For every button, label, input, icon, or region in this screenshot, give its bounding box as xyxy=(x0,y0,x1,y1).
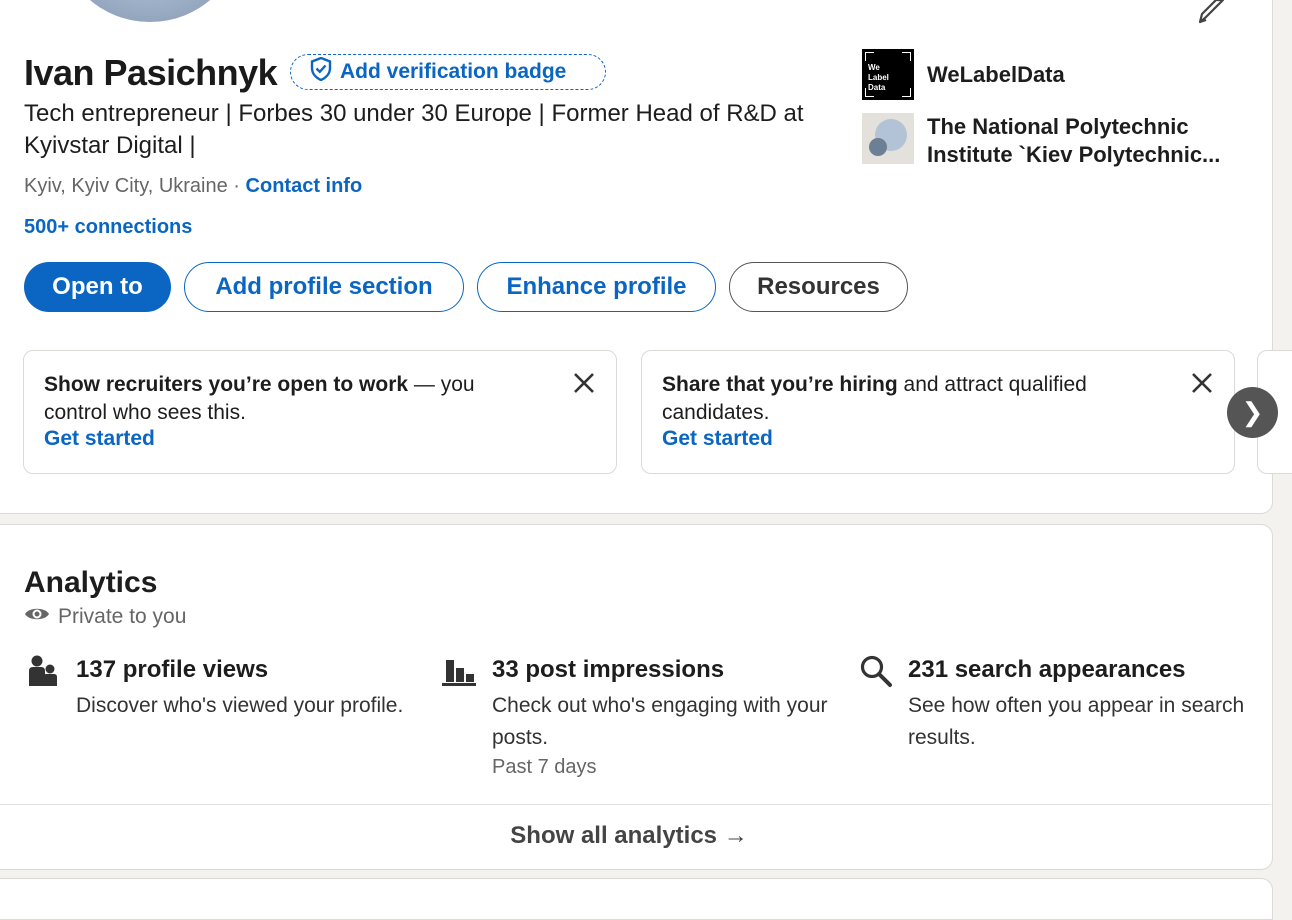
divider xyxy=(0,804,1271,805)
resources-button[interactable]: Resources xyxy=(729,262,908,312)
get-started-link[interactable]: Get started xyxy=(44,427,155,451)
polytechnic-institute-logo[interactable] xyxy=(862,113,914,164)
verification-badge-label: Add verification badge xyxy=(340,60,567,83)
close-icon[interactable] xyxy=(572,371,596,395)
carousel-next-button[interactable]: ❯ xyxy=(1227,387,1278,438)
suggestion-text: Show recruiters you’re open to work — yo… xyxy=(44,373,475,424)
privacy-row: Private to you xyxy=(24,605,186,629)
profile-headline: Tech entrepreneur | Forbes 30 under 30 E… xyxy=(24,100,804,159)
suggestion-card-hiring: Share that you’re hiring and attract qua… xyxy=(641,350,1235,474)
people-icon xyxy=(26,654,60,688)
location-row: Kyiv, Kyiv City, Ukraine · Contact info xyxy=(24,175,362,198)
profile-location: Kyiv, Kyiv City, Ukraine xyxy=(24,175,228,197)
profile-name: Ivan Pasichnyk xyxy=(24,52,278,93)
contact-info-link[interactable]: Contact info xyxy=(246,175,363,197)
suggestion-card-open-to-work: Show recruiters you’re open to work — yo… xyxy=(23,350,617,474)
pencil-edit-icon[interactable] xyxy=(1196,0,1230,24)
eye-icon xyxy=(24,605,50,629)
shield-check-icon xyxy=(310,56,332,87)
bar-chart-icon xyxy=(442,654,476,688)
search-icon xyxy=(859,654,893,688)
connections-link[interactable]: 500+ connections xyxy=(24,216,192,239)
analytics-title: Analytics xyxy=(24,566,158,599)
show-all-analytics-button[interactable]: Show all analytics → xyxy=(0,822,1258,850)
welabeldata-logo[interactable]: We Label Data xyxy=(862,49,914,100)
close-icon[interactable] xyxy=(1190,371,1214,395)
profile-views-description: Discover who's viewed your profile. xyxy=(76,694,404,717)
post-impressions-description: Check out who's engaging with your posts… xyxy=(492,694,828,749)
add-verification-badge-button[interactable]: Add verification badge xyxy=(290,54,606,90)
org-welabeldata-name[interactable]: WeLabelData xyxy=(927,62,1065,88)
post-impressions-link[interactable]: 33 post impressions xyxy=(492,656,724,684)
get-started-link[interactable]: Get started xyxy=(662,427,773,451)
suggestion-text: Share that you’re hiring and attract qua… xyxy=(662,373,1087,424)
profile-views-link[interactable]: 137 profile views xyxy=(76,656,268,684)
next-section-card xyxy=(0,878,1273,920)
search-appearances-description: See how often you appear in search resul… xyxy=(908,694,1245,749)
enhance-profile-button[interactable]: Enhance profile xyxy=(477,262,716,312)
separator-dot: · xyxy=(227,175,246,197)
org-polytechnic-name[interactable]: The National Polytechnic Institute `Kiev… xyxy=(927,113,1247,169)
search-appearances-link[interactable]: 231 search appearances xyxy=(908,656,1186,684)
metrics-period-label: Past 7 days xyxy=(492,756,597,778)
add-profile-section-button[interactable]: Add profile section xyxy=(184,262,464,312)
open-to-button[interactable]: Open to xyxy=(24,262,171,312)
privacy-label: Private to you xyxy=(58,605,187,628)
